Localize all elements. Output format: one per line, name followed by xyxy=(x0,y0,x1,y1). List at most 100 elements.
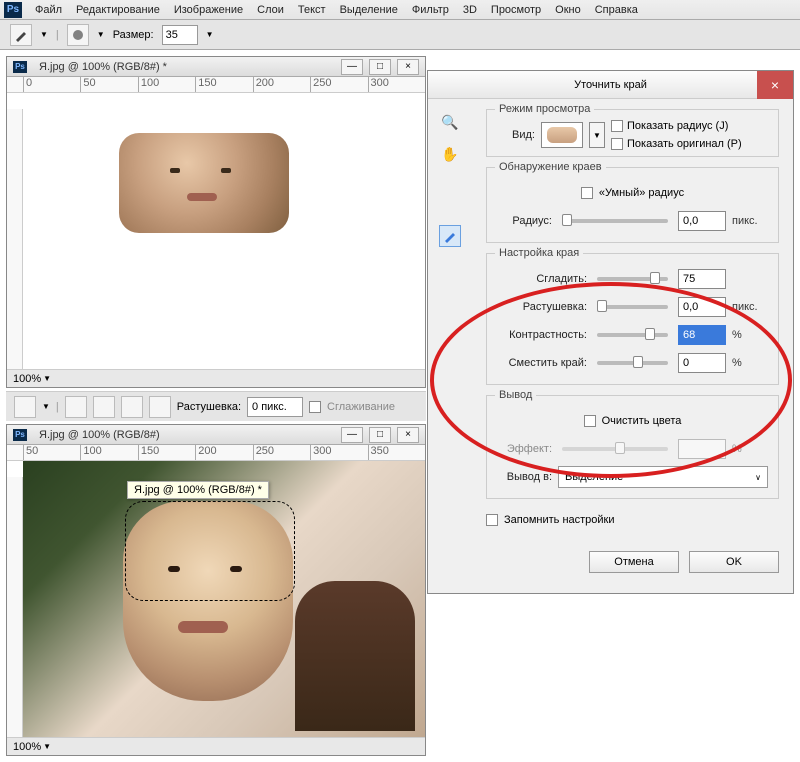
contrast-slider[interactable] xyxy=(597,333,668,337)
zoom-dropdown-icon[interactable]: ▼ xyxy=(43,742,51,751)
dialog-body: 🔍 ✋ Режим просмотра Вид: ▼ Показать ради… xyxy=(428,99,793,541)
view-thumbnail[interactable] xyxy=(541,122,583,148)
brush-preview-icon[interactable] xyxy=(67,24,89,46)
contrast-label: Контрастность: xyxy=(497,329,587,341)
menu-help[interactable]: Справка xyxy=(588,4,645,16)
radius-label: Радиус: xyxy=(497,215,552,227)
doc-icon: Ps xyxy=(13,61,27,73)
dropdown-icon[interactable]: ▼ xyxy=(97,30,105,39)
menu-bar: Ps Файл Редактирование Изображение Слои … xyxy=(0,0,800,20)
doc2-zoom[interactable]: 100% xyxy=(13,741,41,753)
feather-dlg-input[interactable] xyxy=(678,297,726,317)
feather-input[interactable] xyxy=(247,397,303,417)
shift-edge-label: Сместить край: xyxy=(497,357,587,369)
edge-detection-title: Обнаружение краев xyxy=(495,161,606,173)
doc2-statusbar: 100% ▼ xyxy=(7,737,425,755)
doc1-titlebar[interactable]: Ps Я.jpg @ 100% (RGB/8#) * — □ × xyxy=(7,57,425,77)
shift-edge-unit: % xyxy=(732,357,768,369)
marquee-selection[interactable] xyxy=(125,501,295,601)
cancel-button[interactable]: Отмена xyxy=(589,551,679,573)
doc2-titlebar[interactable]: Ps Я.jpg @ 100% (RGB/8#) — □ × xyxy=(7,425,425,445)
document-window-2: Ps Я.jpg @ 100% (RGB/8#) — □ × 50 100 15… xyxy=(6,424,426,756)
options-bar: ▼ | ▼ Размер: ▼ xyxy=(0,20,800,50)
doc2-horizontal-ruler: 50 100 150 200 250 300 350 xyxy=(7,445,425,461)
doc1-canvas[interactable] xyxy=(7,93,425,369)
doc2-canvas[interactable]: Я.jpg @ 100% (RGB/8#) * xyxy=(7,461,425,737)
output-to-label: Вывод в: xyxy=(497,471,552,483)
radius-slider[interactable] xyxy=(562,219,668,223)
effect-unit: % xyxy=(732,443,768,455)
zoom-dropdown-icon[interactable]: ▼ xyxy=(43,374,51,383)
radius-input[interactable] xyxy=(678,211,726,231)
doc1-vertical-ruler xyxy=(7,109,23,369)
ok-button[interactable]: OK xyxy=(689,551,779,573)
decontaminate-checkbox[interactable] xyxy=(584,415,596,427)
sel-intersect-icon[interactable] xyxy=(149,396,171,418)
smooth-slider[interactable] xyxy=(597,277,668,281)
shift-edge-input[interactable] xyxy=(678,353,726,373)
dialog-titlebar[interactable]: Уточнить край × xyxy=(428,71,793,99)
remember-settings-checkbox[interactable] xyxy=(486,514,498,526)
close-icon[interactable]: × xyxy=(397,59,419,75)
marquee-rect-icon[interactable] xyxy=(14,396,36,418)
selection-options-bar: ▼ | Растушевка: Сглаживание xyxy=(6,391,426,421)
output-to-select[interactable]: Выделение ∨ xyxy=(558,466,768,488)
feather-unit: пикс. xyxy=(732,301,768,313)
doc2-tooltip: Я.jpg @ 100% (RGB/8#) * xyxy=(127,481,269,499)
show-radius-checkbox[interactable] xyxy=(611,120,623,132)
zoom-tool-icon[interactable]: 🔍 xyxy=(439,111,461,133)
doc1-zoom[interactable]: 100% xyxy=(13,373,41,385)
show-original-checkbox[interactable] xyxy=(611,138,623,150)
separator: | xyxy=(56,401,59,413)
document-window-1: Ps Я.jpg @ 100% (RGB/8#) * — □ × 0 50 10… xyxy=(6,56,426,388)
menu-text[interactable]: Текст xyxy=(291,4,333,16)
smooth-input[interactable] xyxy=(678,269,726,289)
dropdown-icon[interactable]: ▼ xyxy=(42,402,50,411)
minimize-icon[interactable]: — xyxy=(341,59,363,75)
effect-input xyxy=(678,439,726,459)
feather-slider[interactable] xyxy=(597,305,668,309)
hand-tool-icon[interactable]: ✋ xyxy=(439,143,461,165)
view-mode-title: Режим просмотра xyxy=(495,103,594,115)
doc-icon: Ps xyxy=(13,429,27,441)
dialog-tool-sidebar: 🔍 ✋ xyxy=(438,111,462,247)
menu-3d[interactable]: 3D xyxy=(456,4,484,16)
close-icon[interactable]: × xyxy=(397,427,419,443)
doc2-vertical-ruler xyxy=(7,477,23,737)
dialog-title-text: Уточнить край xyxy=(442,79,779,91)
size-input[interactable] xyxy=(162,25,198,45)
shift-edge-slider[interactable] xyxy=(597,361,668,365)
minimize-icon[interactable]: — xyxy=(341,427,363,443)
maximize-icon[interactable]: □ xyxy=(369,427,391,443)
menu-image[interactable]: Изображение xyxy=(167,4,250,16)
menu-select[interactable]: Выделение xyxy=(333,4,405,16)
menu-window[interactable]: Окно xyxy=(548,4,588,16)
sel-sub-icon[interactable] xyxy=(121,396,143,418)
view-dropdown-icon[interactable]: ▼ xyxy=(589,122,605,148)
sel-add-icon[interactable] xyxy=(93,396,115,418)
ps-logo-icon: Ps xyxy=(4,2,22,18)
contrast-unit: % xyxy=(732,329,768,341)
brush-tool-icon[interactable] xyxy=(10,24,32,46)
adjust-edge-group: Настройка края Сгладить: Растушевка: пик… xyxy=(486,253,779,385)
contrast-input[interactable] xyxy=(678,325,726,345)
doc1-statusbar: 100% ▼ xyxy=(7,369,425,387)
remember-settings-label: Запомнить настройки xyxy=(504,514,615,526)
smooth-label: Сгладить: xyxy=(497,273,587,285)
menu-view[interactable]: Просмотр xyxy=(484,4,548,16)
size-label: Размер: xyxy=(113,29,154,41)
refine-brush-tool-icon[interactable] xyxy=(439,225,461,247)
menu-file[interactable]: Файл xyxy=(28,4,69,16)
menu-layers[interactable]: Слои xyxy=(250,4,291,16)
adjust-edge-title: Настройка края xyxy=(495,247,583,259)
smart-radius-checkbox[interactable] xyxy=(581,187,593,199)
dropdown-icon[interactable]: ▼ xyxy=(206,30,214,39)
dialog-close-icon[interactable]: × xyxy=(757,71,793,99)
maximize-icon[interactable]: □ xyxy=(369,59,391,75)
dropdown-icon[interactable]: ▼ xyxy=(40,30,48,39)
antialias-checkbox[interactable] xyxy=(309,401,321,413)
doc1-image-crop xyxy=(119,133,289,233)
sel-new-icon[interactable] xyxy=(65,396,87,418)
menu-filter[interactable]: Фильтр xyxy=(405,4,456,16)
menu-edit[interactable]: Редактирование xyxy=(69,4,167,16)
